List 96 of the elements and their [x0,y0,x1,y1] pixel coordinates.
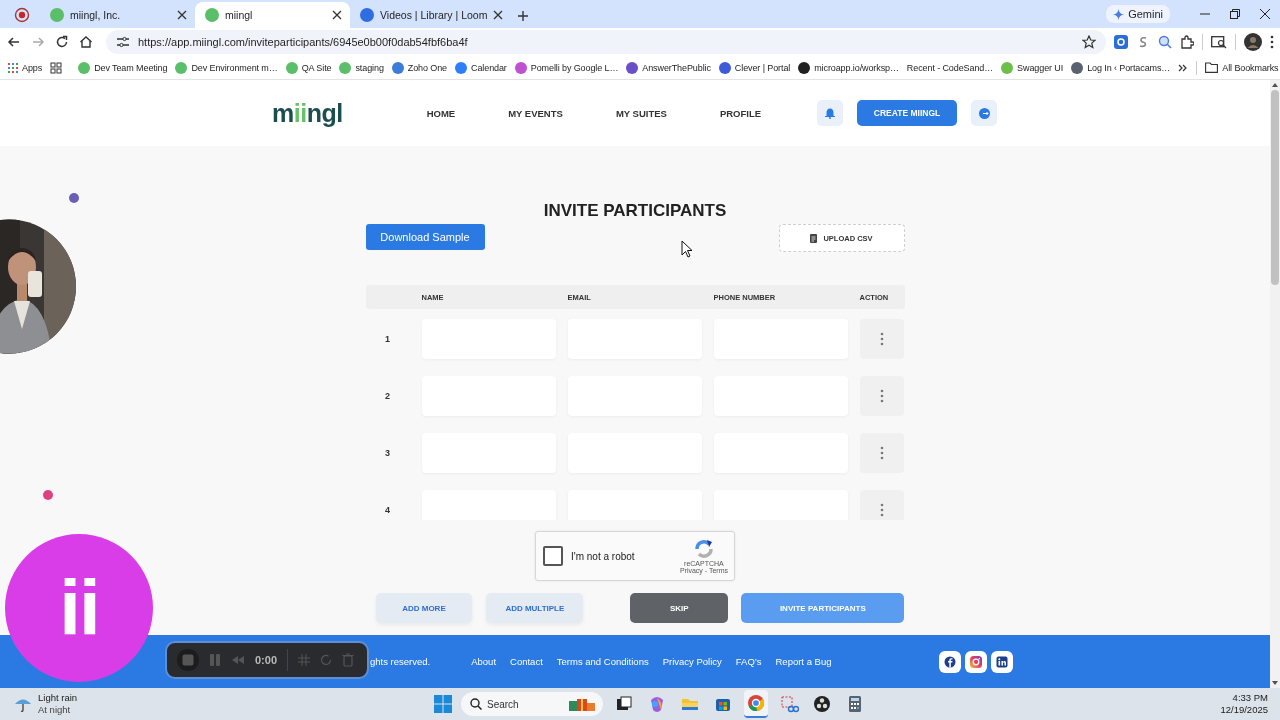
kebab-icon [879,503,884,517]
exit-icon [978,107,990,119]
close-icon[interactable] [332,10,342,20]
apps-button[interactable]: Apps [8,62,43,73]
document-icon [810,233,818,243]
bookmark-item[interactable]: Dev Team Meeting [78,61,168,74]
address-bar[interactable]: https://app.miingl.com/inviteparticipants/6945e0b00f0dab54fbf6ba4f [106,30,1106,54]
tab-groups-icon[interactable] [50,61,63,74]
browser-tab[interactable]: Videos | Library | Loom [350,2,512,28]
bookmark-item[interactable]: Pomelli by Google L… [514,61,619,74]
footer-link[interactable]: Privacy Policy [662,656,722,667]
taskbar-clock[interactable]: 4:33 PM 12/19/2025 [1220,692,1268,716]
close-icon[interactable] [1260,9,1270,19]
footer-link[interactable]: Contact [510,656,543,667]
dot-icon [69,193,79,203]
windows-start-icon[interactable] [434,695,452,713]
copyright-text: ghts reserved. [370,656,431,667]
linkedin-button[interactable] [991,650,1014,673]
close-icon[interactable] [493,10,504,20]
footer-link[interactable]: About [471,656,497,667]
row-number: 4 [384,504,391,517]
bookmark-item[interactable]: Clever | Portal [718,61,791,74]
puzzle-icon[interactable] [1180,35,1194,49]
row-number: 2 [384,390,391,403]
home-icon[interactable] [78,34,94,50]
bookmark-item[interactable]: Calendar [455,61,507,74]
browser-tab[interactable]: miingl [195,2,350,28]
obs-icon[interactable] [812,694,832,714]
bookmark-item[interactable]: staging [339,61,384,74]
tab-search-icon[interactable] [1211,35,1227,49]
action-button[interactable]: ADD MULTIPLE [486,593,584,623]
row-number: 1 [384,333,391,346]
apps-grid-icon [8,62,18,73]
record-icon[interactable] [14,7,30,23]
weather-title[interactable]: Light rain [38,692,78,704]
menu-icon[interactable] [1270,35,1274,49]
bell-icon [825,107,835,119]
download-button[interactable]: Download Sample [365,224,485,250]
bookmark-item[interactable]: AnswerThePublic [626,61,711,74]
magnifier-icon[interactable] [1158,35,1172,49]
footer-link[interactable]: Terms and Conditions [556,656,649,667]
bookmark-item[interactable]: Log In ‹ Portacams… [1071,61,1171,74]
taskbar-search-field[interactable]: Search [461,692,603,716]
captcha-label: I'm not a robot [571,550,636,562]
extension-icon[interactable] [1114,35,1128,49]
gemini-button[interactable]: Gemini [1106,5,1170,23]
captcha-checkbox[interactable] [543,546,563,566]
search-icon [470,698,482,710]
close-icon[interactable] [177,10,187,20]
logout-button[interactable] [971,100,997,126]
weather-subtitle: At night [38,704,72,716]
restart-icon[interactable] [320,654,333,666]
chevron-icon[interactable] [1178,62,1189,73]
folder-icon [1205,62,1219,73]
chrome-icon[interactable] [746,693,766,713]
footer-link[interactable]: FAQ’s [735,656,762,667]
row-number: 3 [384,447,391,460]
bookmark-item[interactable]: Dev Environment m… [175,61,278,74]
stop-icon[interactable] [177,649,199,671]
profile-avatar[interactable] [1244,33,1262,51]
dot-icon [43,490,53,500]
kebab-icon [879,389,884,403]
star-icon[interactable] [1082,35,1096,49]
scrollbar-thumb[interactable] [1271,90,1279,285]
logo[interactable]: miingl [272,98,343,128]
cursor-icon [681,240,693,258]
bookmark-item[interactable]: Swagger UI [1001,61,1064,74]
nav-link[interactable]: HOME [426,107,456,119]
footer-link[interactable]: Report a Bug [775,656,832,667]
action-button[interactable]: SKIP [630,593,729,623]
all-bookmarks-button[interactable]: All Bookmarks [1205,62,1279,73]
bookmark-item[interactable]: Recent - CodeSand… [906,62,994,73]
kebab-icon [879,332,884,346]
notification-button[interactable] [817,100,843,126]
recording-timer: 0:00 [255,654,278,666]
facebook-button[interactable] [939,650,962,673]
kebab-icon [879,446,884,460]
scrollbar[interactable] [1270,80,1280,688]
instagram-button[interactable] [965,650,988,673]
site-info-icon[interactable] [116,35,130,49]
create-button[interactable]: CREATE MIINGL [857,100,957,126]
nav-link[interactable]: MY EVENTS [508,107,563,119]
bookmark-item[interactable]: QA Site [285,61,332,74]
restore-icon[interactable] [1230,9,1240,19]
captcha-arrows-icon [692,538,715,560]
bookmark-item[interactable]: microapp.io/worksp… [798,61,899,74]
action-button[interactable]: ADD MORE [375,593,473,623]
snipping-icon[interactable] [779,694,799,714]
bookmark-item[interactable]: Zoho One [391,61,448,74]
reload-icon[interactable] [54,34,70,50]
page-title: INVITE PARTICIPANTS [543,200,727,222]
new-tab-icon[interactable] [517,10,530,22]
sparkle-icon [1113,8,1125,20]
nav-link[interactable]: PROFILE [719,107,762,119]
nav-link[interactable]: MY SUITES [615,107,667,119]
browser-tab[interactable]: miingl, Inc. [40,2,195,28]
